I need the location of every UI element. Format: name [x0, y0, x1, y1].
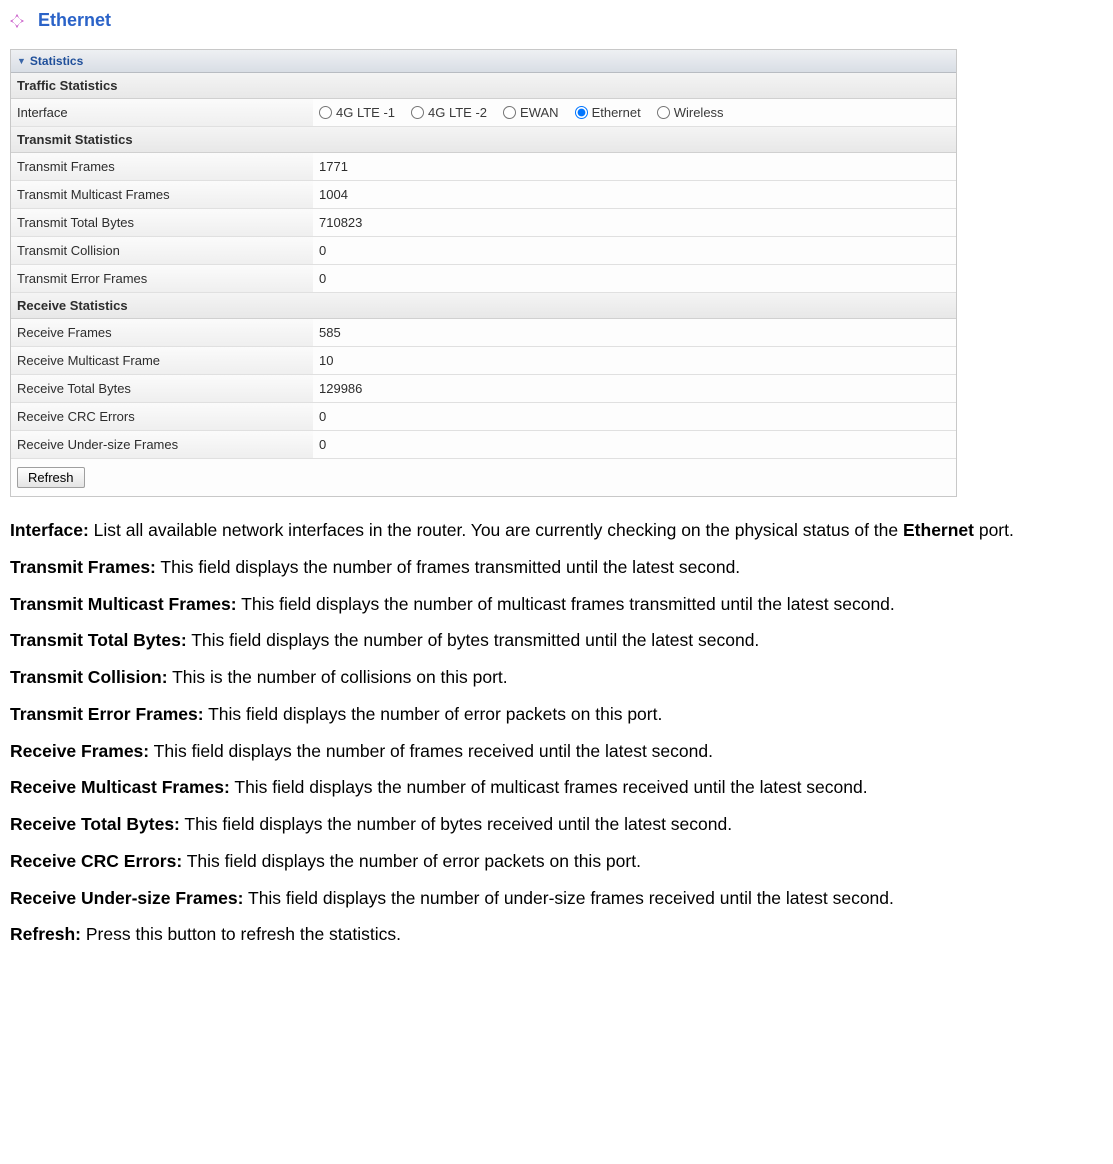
page-heading: Ethernet [10, 10, 1103, 31]
table-row: Receive Multicast Frame 10 [11, 347, 956, 375]
interface-row: Interface 4G LTE -1 4G LTE -2 EWAN Ether… [11, 99, 956, 127]
descriptions: Interface: List all available network in… [10, 519, 1103, 946]
desc-transmit-collision: Transmit Collision: This is the number o… [10, 666, 1103, 689]
table-row: Transmit Multicast Frames 1004 [11, 181, 956, 209]
row-value: 710823 [313, 209, 956, 236]
row-value: 10 [313, 347, 956, 374]
diamond-bullet-icon [10, 14, 24, 28]
table-row: Transmit Total Bytes 710823 [11, 209, 956, 237]
collapse-triangle-icon[interactable]: ▼ [17, 56, 26, 66]
table-row: Receive CRC Errors 0 [11, 403, 956, 431]
desc-interface: Interface: List all available network in… [10, 519, 1103, 542]
panel-title-text: Statistics [30, 54, 83, 68]
row-value: 585 [313, 319, 956, 346]
row-label: Receive Under-size Frames [11, 431, 313, 458]
row-label: Transmit Multicast Frames [11, 181, 313, 208]
desc-refresh: Refresh: Press this button to refresh th… [10, 923, 1103, 946]
row-value: 0 [313, 237, 956, 264]
radio-4g-lte-2[interactable]: 4G LTE -2 [411, 105, 487, 120]
section-transmit-statistics: Transmit Statistics [11, 127, 956, 153]
desc-receive-undersize-frames: Receive Under-size Frames: This field di… [10, 887, 1103, 910]
row-value: 129986 [313, 375, 956, 402]
radio-ethernet[interactable]: Ethernet [575, 105, 641, 120]
table-row: Transmit Frames 1771 [11, 153, 956, 181]
refresh-button[interactable]: Refresh [17, 467, 85, 488]
row-label: Transmit Frames [11, 153, 313, 180]
table-row: Transmit Collision 0 [11, 237, 956, 265]
desc-transmit-error-frames: Transmit Error Frames: This field displa… [10, 703, 1103, 726]
radio-wireless[interactable]: Wireless [657, 105, 724, 120]
row-value: 0 [313, 403, 956, 430]
table-row: Receive Frames 585 [11, 319, 956, 347]
refresh-row: Refresh [11, 459, 956, 496]
row-label: Receive CRC Errors [11, 403, 313, 430]
radio-4g-lte-1[interactable]: 4G LTE -1 [319, 105, 395, 120]
desc-receive-crc-errors: Receive CRC Errors: This field displays … [10, 850, 1103, 873]
interface-radio-group: 4G LTE -1 4G LTE -2 EWAN Ethernet Wirele… [319, 105, 950, 120]
row-value: 0 [313, 265, 956, 292]
desc-transmit-multicast-frames: Transmit Multicast Frames: This field di… [10, 593, 1103, 616]
statistics-panel: ▼ Statistics Traffic Statistics Interfac… [10, 49, 957, 497]
row-value: 1004 [313, 181, 956, 208]
row-value: 0 [313, 431, 956, 458]
desc-transmit-total-bytes: Transmit Total Bytes: This field display… [10, 629, 1103, 652]
desc-receive-total-bytes: Receive Total Bytes: This field displays… [10, 813, 1103, 836]
row-label: Receive Multicast Frame [11, 347, 313, 374]
table-row: Receive Under-size Frames 0 [11, 431, 956, 459]
section-traffic-statistics: Traffic Statistics [11, 73, 956, 99]
table-row: Transmit Error Frames 0 [11, 265, 956, 293]
desc-receive-frames: Receive Frames: This field displays the … [10, 740, 1103, 763]
panel-title-bar: ▼ Statistics [11, 50, 956, 73]
section-receive-statistics: Receive Statistics [11, 293, 956, 319]
row-label: Transmit Error Frames [11, 265, 313, 292]
table-row: Receive Total Bytes 129986 [11, 375, 956, 403]
row-label: Receive Total Bytes [11, 375, 313, 402]
desc-transmit-frames: Transmit Frames: This field displays the… [10, 556, 1103, 579]
row-value: 1771 [313, 153, 956, 180]
row-label: Receive Frames [11, 319, 313, 346]
interface-label: Interface [11, 99, 313, 126]
row-label: Transmit Collision [11, 237, 313, 264]
heading-text: Ethernet [38, 10, 111, 31]
radio-ewan[interactable]: EWAN [503, 105, 559, 120]
row-label: Transmit Total Bytes [11, 209, 313, 236]
desc-receive-multicast-frames: Receive Multicast Frames: This field dis… [10, 776, 1103, 799]
